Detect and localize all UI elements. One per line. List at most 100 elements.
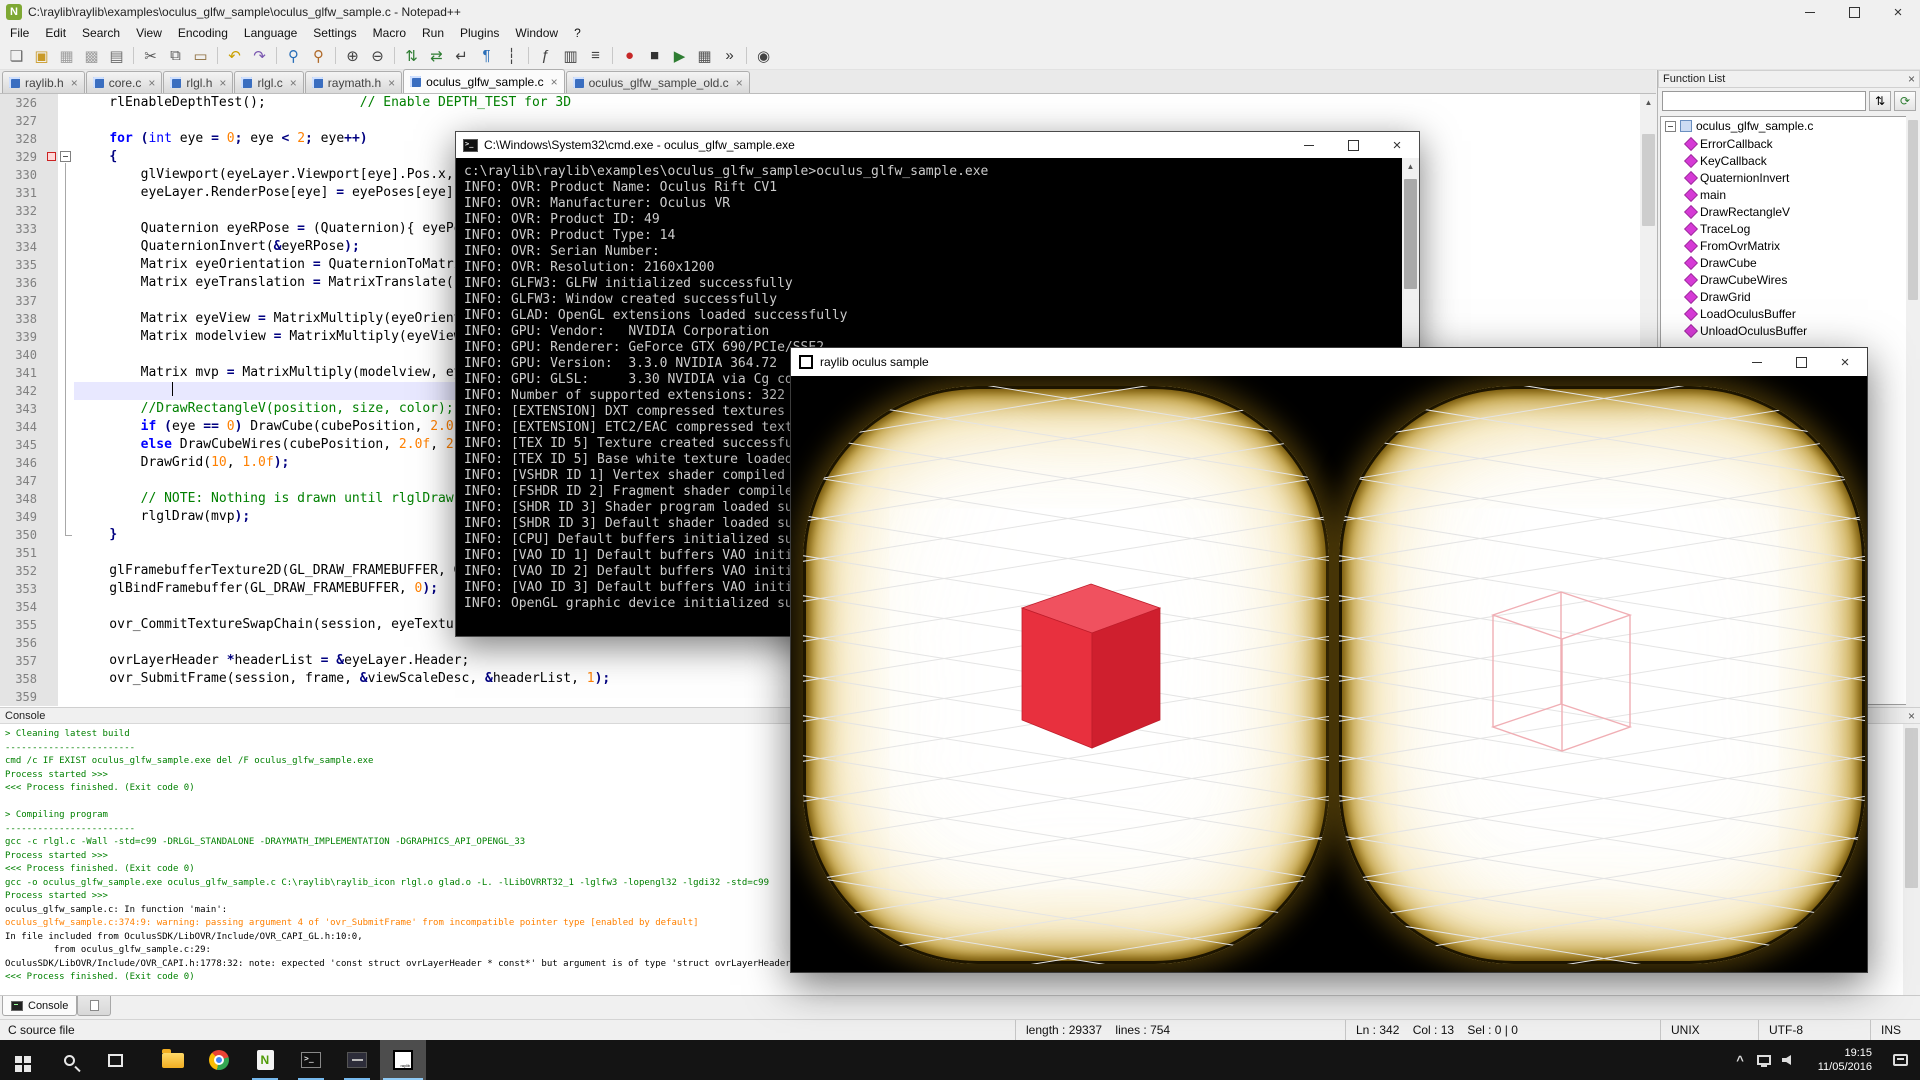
fold-margin[interactable] (58, 148, 74, 166)
show-all-characters-icon[interactable]: ¶ (475, 44, 498, 67)
bookmark-margin[interactable] (44, 238, 58, 256)
menu-plugins[interactable]: Plugins (452, 24, 507, 42)
menu-help[interactable]: ? (566, 24, 589, 42)
fold-margin[interactable] (58, 274, 74, 292)
menu-search[interactable]: Search (74, 24, 128, 42)
close-tab-icon[interactable]: × (148, 77, 155, 89)
close-button[interactable]: × (1876, 0, 1920, 24)
function-list-item[interactable]: LoadOculusBuffer (1661, 305, 1917, 322)
fold-margin[interactable] (58, 238, 74, 256)
function-list-root[interactable]: oculus_glfw_sample.c (1661, 117, 1917, 135)
function-list-item[interactable]: TraceLog (1661, 220, 1917, 237)
fold-margin[interactable] (58, 580, 74, 598)
bookmark-margin[interactable] (44, 364, 58, 382)
fold-margin[interactable] (58, 328, 74, 346)
fold-margin[interactable] (58, 130, 74, 148)
menu-edit[interactable]: Edit (37, 24, 74, 42)
code-line[interactable]: 327 (0, 112, 1640, 130)
close-button[interactable]: × (1375, 132, 1419, 158)
play-macro-icon[interactable]: ▶ (668, 44, 691, 67)
function-list-item[interactable]: UnloadOculusBuffer (1661, 322, 1917, 339)
menu-settings[interactable]: Settings (305, 24, 364, 42)
taskbar-clock[interactable]: 19:15 11/05/2016 (1800, 1040, 1880, 1080)
menu-macro[interactable]: Macro (365, 24, 414, 42)
function-list-item[interactable]: DrawRectangleV (1661, 203, 1917, 220)
save-icon[interactable]: ▦ (55, 44, 78, 67)
close-tab-icon[interactable]: × (71, 77, 78, 89)
function-list-search-input[interactable] (1662, 91, 1866, 111)
function-list-item[interactable]: DrawGrid (1661, 288, 1917, 305)
tab-console[interactable]: Console (2, 996, 77, 1016)
fold-margin[interactable] (58, 112, 74, 130)
bookmark-margin[interactable] (44, 472, 58, 490)
fold-margin[interactable] (58, 634, 74, 652)
fold-margin[interactable] (58, 364, 74, 382)
bookmark-margin[interactable] (44, 346, 58, 364)
chrome-taskbar-button[interactable] (196, 1040, 242, 1080)
fold-margin[interactable] (58, 652, 74, 670)
file-explorer-taskbar-button[interactable] (150, 1040, 196, 1080)
function-list-item[interactable]: DrawCubeWires (1661, 271, 1917, 288)
menu-window[interactable]: Window (507, 24, 566, 42)
minimize-button[interactable] (1735, 348, 1779, 376)
bookmark-margin[interactable] (44, 508, 58, 526)
bookmark-margin[interactable] (44, 400, 58, 418)
function-list-header[interactable]: Function List × (1658, 70, 1920, 88)
fold-margin[interactable] (58, 688, 74, 706)
fold-margin[interactable] (58, 220, 74, 238)
bookmark-margin[interactable] (44, 562, 58, 580)
fold-collapse-icon[interactable] (60, 151, 71, 162)
menu-run[interactable]: Run (414, 24, 452, 42)
paste-icon[interactable]: ▭ (189, 44, 212, 67)
sync-vertical-icon[interactable]: ⇅ (400, 44, 423, 67)
fold-margin[interactable] (58, 400, 74, 418)
network-status-icon[interactable] (1752, 1040, 1776, 1080)
search-button[interactable] (46, 1040, 92, 1080)
fold-margin[interactable] (58, 382, 74, 400)
function-list-item[interactable]: QuaternionInvert (1661, 169, 1917, 186)
function-list-item[interactable]: KeyCallback (1661, 152, 1917, 169)
minimize-button[interactable] (1287, 132, 1331, 158)
notepad-plus-plus-taskbar-button[interactable] (242, 1040, 288, 1080)
open-file-icon[interactable]: ▣ (30, 44, 53, 67)
command-prompt-taskbar-button[interactable] (288, 1040, 334, 1080)
bookmark-margin[interactable] (44, 148, 58, 166)
tab-rlgl.c[interactable]: rlgl.c× (234, 71, 303, 93)
monitoring-icon[interactable]: ◉ (752, 44, 775, 67)
maximize-button[interactable] (1779, 348, 1823, 376)
fold-margin[interactable] (58, 526, 74, 544)
maximize-button[interactable] (1331, 132, 1375, 158)
bookmark-margin[interactable] (44, 454, 58, 472)
code-line[interactable]: 326 rlEnableDepthTest(); // Enable DEPTH… (0, 94, 1640, 112)
fold-margin[interactable] (58, 472, 74, 490)
run-macro-multiple-icon[interactable]: » (718, 44, 741, 67)
fold-margin[interactable] (58, 436, 74, 454)
fold-margin[interactable] (58, 598, 74, 616)
fold-margin[interactable] (58, 310, 74, 328)
bookmark-margin[interactable] (44, 616, 58, 634)
new-file-icon[interactable]: ❏ (5, 44, 28, 67)
fold-margin[interactable] (58, 256, 74, 274)
bookmark-margin[interactable] (44, 328, 58, 346)
minimize-button[interactable] (1788, 0, 1832, 24)
bookmark-margin[interactable] (44, 112, 58, 130)
bookmark-margin[interactable] (44, 688, 58, 706)
tab-raylib.h[interactable]: raylib.h× (2, 71, 85, 93)
tab-raymath.h[interactable]: raymath.h× (305, 71, 402, 93)
close-tab-icon[interactable]: × (736, 77, 743, 89)
fold-margin[interactable] (58, 454, 74, 472)
fold-margin[interactable] (58, 544, 74, 562)
stop-macro-icon[interactable]: ■ (643, 44, 666, 67)
tab-rlgl.h[interactable]: rlgl.h× (163, 71, 233, 93)
fold-margin[interactable] (58, 292, 74, 310)
maximize-button[interactable] (1832, 0, 1876, 24)
raylib-sample-taskbar-button[interactable] (380, 1040, 426, 1080)
tab-oculus_glfw_sample.c[interactable]: oculus_glfw_sample.c× (403, 69, 564, 93)
bookmark-margin[interactable] (44, 490, 58, 508)
function-list-icon[interactable]: ƒ (534, 44, 557, 67)
bookmark-margin[interactable] (44, 634, 58, 652)
function-list-item[interactable]: FromOvrMatrix (1661, 237, 1917, 254)
tab-core.c[interactable]: core.c× (86, 71, 163, 93)
bookmark-margin[interactable] (44, 292, 58, 310)
editor-scroll-thumb[interactable] (1642, 134, 1655, 226)
